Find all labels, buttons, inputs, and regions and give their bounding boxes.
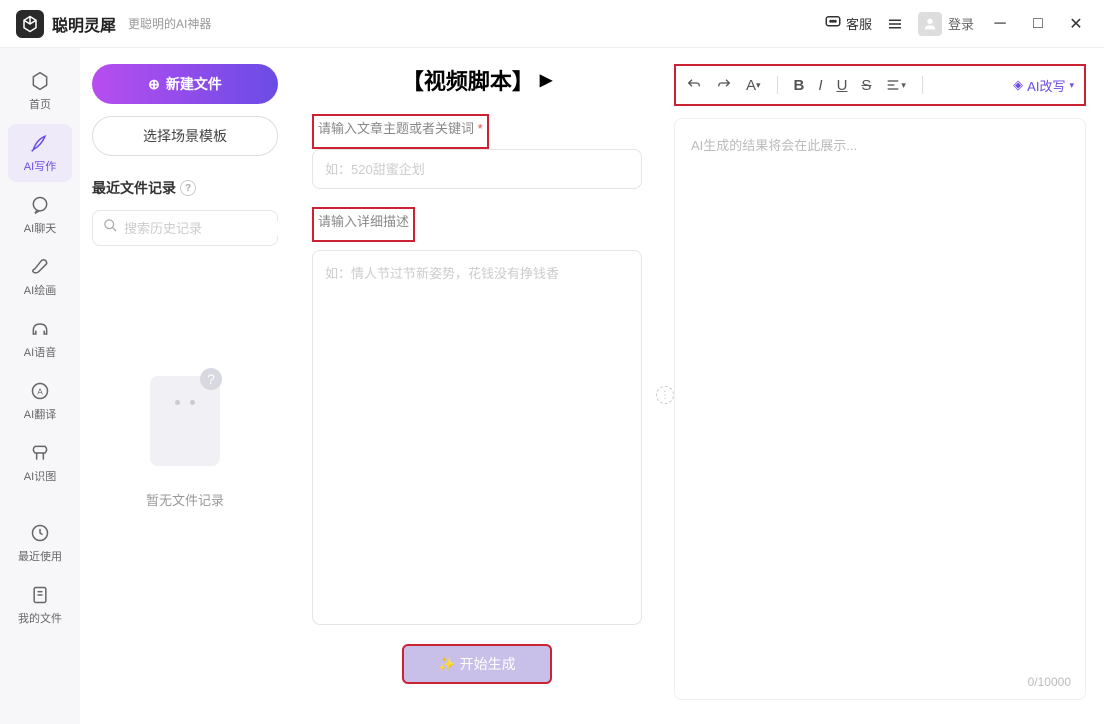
nav-my-files[interactable]: 我的文件 [8, 576, 72, 634]
sparkle-icon: ◈ [1013, 77, 1023, 93]
customer-service-button[interactable]: 客服 [824, 13, 872, 34]
headphone-icon [29, 318, 51, 340]
minimize-button[interactable]: ─ [988, 12, 1012, 36]
maximize-button[interactable]: □ [1026, 12, 1050, 36]
image-icon [29, 442, 51, 464]
redo-button[interactable] [716, 77, 732, 93]
help-icon[interactable]: ? [180, 180, 196, 196]
svg-text:A: A [37, 386, 43, 396]
output-column: A▾ B I U S ▾ ◈ AI改写 ▾ AI生成的结果将会在此展示... 0… [664, 48, 1104, 724]
nav-ai-image[interactable]: AI识图 [8, 434, 72, 492]
file-icon [29, 584, 51, 606]
recent-files-heading: 最近文件记录 ? [92, 178, 278, 198]
search-input[interactable] [124, 221, 300, 236]
chat-icon [29, 194, 51, 216]
avatar-icon [918, 12, 942, 36]
toolbar-separator [922, 76, 923, 94]
ai-rewrite-button[interactable]: ◈ AI改写 ▾ [1013, 76, 1074, 95]
font-color-button[interactable]: A▾ [746, 77, 761, 94]
brush-icon [29, 256, 51, 278]
nav-ai-writing[interactable]: AI写作 [8, 124, 72, 182]
column-resize-handle[interactable]: ⋮ [656, 386, 674, 404]
login-button[interactable]: 登录 [918, 12, 974, 36]
nav-ai-paint[interactable]: AI绘画 [8, 248, 72, 306]
search-history-box[interactable] [92, 210, 278, 246]
align-button[interactable]: ▾ [885, 77, 906, 93]
history-icon [29, 522, 51, 544]
topic-input[interactable] [312, 149, 642, 189]
toolbar-separator [777, 76, 778, 94]
editor-toolbar: A▾ B I U S ▾ ◈ AI改写 ▾ [674, 64, 1086, 106]
nav-home[interactable]: 首页 [8, 62, 72, 120]
choose-template-button[interactable]: 选择场景模板 [92, 116, 278, 156]
page-title: 【视频脚本】 ▶ [312, 64, 642, 96]
form-column: 【视频脚本】 ▶ 请输入文章主题或者关键词 * 请输入详细描述 ✨ 开始生成 ⋮ [290, 48, 664, 724]
titlebar: 聪明灵犀 更聪明的AI神器 客服 登录 ─ □ ✕ [0, 0, 1104, 48]
bold-button[interactable]: B [794, 77, 805, 94]
output-area[interactable]: AI生成的结果将会在此展示... 0/10000 [674, 118, 1086, 700]
hamburger-menu-icon[interactable] [886, 15, 904, 33]
new-file-button[interactable]: ⊕ 新建文件 [92, 64, 278, 104]
char-counter: 0/10000 [1028, 675, 1071, 689]
pen-icon [29, 132, 51, 154]
plus-circle-icon: ⊕ [148, 76, 160, 93]
highlight-topic-label: 请输入文章主题或者关键词 * [312, 114, 489, 149]
nav-ai-voice[interactable]: AI语音 [8, 310, 72, 368]
nav-ai-translate[interactable]: A AI翻译 [8, 372, 72, 430]
generate-button[interactable]: ✨ 开始生成 [402, 644, 552, 684]
detail-textarea[interactable] [312, 250, 642, 625]
chat-bubble-icon [824, 13, 842, 34]
chevron-down-icon: ▾ [1069, 80, 1074, 91]
topic-label: 请输入文章主题或者关键词 * [318, 118, 483, 137]
strikethrough-button[interactable]: S [861, 77, 871, 94]
sidebar: 首页 AI写作 AI聊天 AI绘画 AI语音 A AI翻译 AI识图 [0, 48, 80, 724]
nav-ai-chat[interactable]: AI聊天 [8, 186, 72, 244]
home-icon [29, 70, 51, 92]
empty-state: ? 暂无文件记录 [92, 376, 278, 509]
app-name: 聪明灵犀 [52, 12, 116, 36]
underline-button[interactable]: U [837, 77, 848, 94]
detail-label: 请输入详细描述 [318, 211, 409, 230]
file-column: ⊕ 新建文件 选择场景模板 最近文件记录 ? ? 暂无文件记录 [80, 48, 290, 724]
app-logo-icon [16, 10, 44, 38]
play-icon[interactable]: ▶ [540, 70, 552, 90]
translate-icon: A [29, 380, 51, 402]
italic-button[interactable]: I [818, 77, 822, 94]
undo-button[interactable] [686, 77, 702, 93]
nav-recent[interactable]: 最近使用 [8, 514, 72, 572]
highlight-detail-label: 请输入详细描述 [312, 207, 415, 242]
close-button[interactable]: ✕ [1064, 12, 1088, 36]
empty-illustration-icon: ? [140, 376, 230, 476]
search-icon [103, 218, 118, 238]
app-tagline: 更聪明的AI神器 [128, 15, 211, 32]
